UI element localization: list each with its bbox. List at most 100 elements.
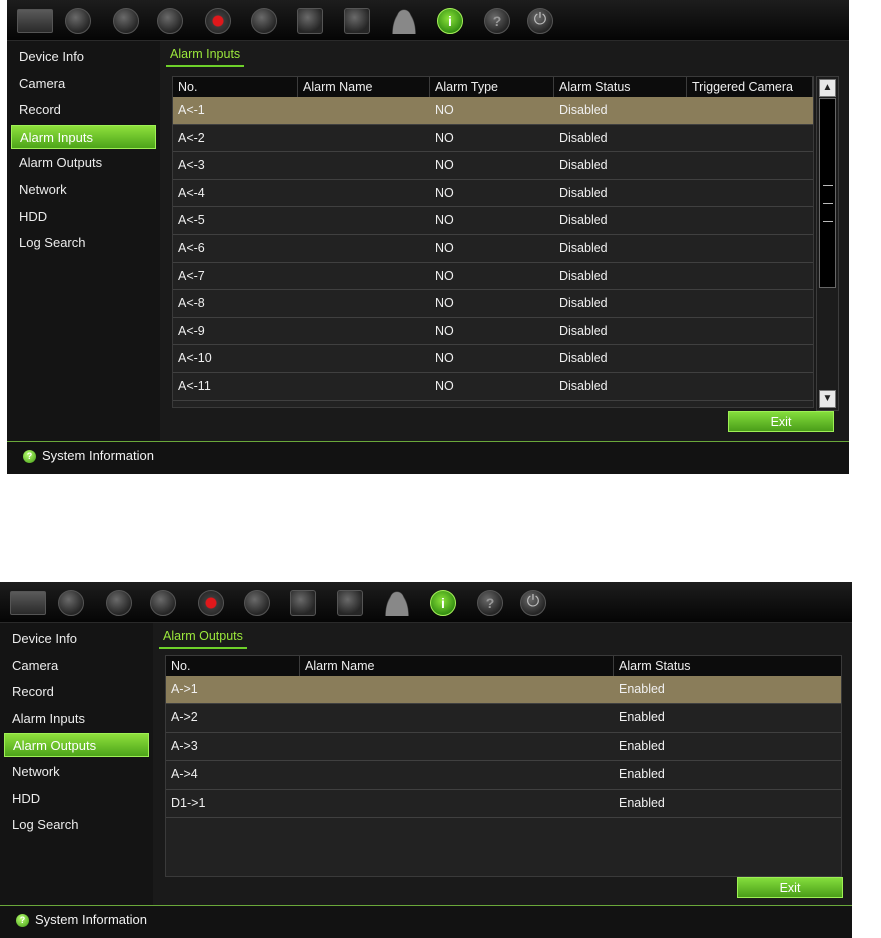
table-row[interactable]: A<-11 NO Disabled — [173, 373, 813, 401]
cell-camera — [687, 290, 813, 317]
alarm-icon[interactable] — [251, 8, 277, 34]
network-icon[interactable] — [157, 8, 183, 34]
tab-alarm-outputs[interactable]: Alarm Outputs — [159, 627, 247, 649]
power-icon[interactable]: ⏻ — [520, 590, 546, 616]
cell-camera — [687, 180, 813, 207]
network-icon[interactable] — [150, 590, 176, 616]
column-header-alarm-name[interactable]: Alarm Name — [300, 656, 614, 676]
vertical-scrollbar[interactable]: ▲ ▼ — [816, 76, 839, 411]
sidebar-item-hdd[interactable]: HDD — [4, 787, 149, 811]
cell-type: NO — [435, 241, 454, 255]
info-icon[interactable]: i — [437, 8, 463, 34]
table-row[interactable]: A<-10 NO Disabled — [173, 345, 813, 373]
cell-status: Disabled — [559, 241, 608, 255]
sidebar-item-record[interactable]: Record — [11, 98, 156, 122]
cell-no: A<-7 — [178, 268, 205, 283]
cell-name — [298, 373, 430, 400]
cell-status: Disabled — [559, 379, 608, 393]
table-row[interactable]: A<-5 NO Disabled — [173, 207, 813, 235]
monitor-icon[interactable] — [10, 591, 46, 615]
column-header-alarm-status[interactable]: Alarm Status — [554, 77, 687, 97]
sidebar-item-network[interactable]: Network — [4, 760, 149, 784]
cell-name — [298, 152, 430, 179]
sidebar-item-network[interactable]: Network — [11, 178, 156, 202]
cell-status: Disabled — [559, 103, 608, 117]
column-header-alarm-name[interactable]: Alarm Name — [298, 77, 430, 97]
scroll-down-button[interactable]: ▼ — [819, 390, 836, 408]
disk-icon[interactable] — [337, 590, 363, 616]
cell-name — [298, 263, 430, 290]
sidebar-item-alarm-inputs[interactable]: Alarm Inputs — [11, 124, 156, 149]
record-icon[interactable] — [198, 590, 224, 616]
sidebar-item-device-info[interactable]: Device Info — [11, 45, 156, 69]
help-icon[interactable]: ? — [477, 590, 503, 616]
sidebar-item-alarm-outputs[interactable]: Alarm Outputs — [11, 151, 156, 175]
scroll-thumb[interactable] — [819, 98, 836, 288]
table-row[interactable]: A->2 Enabled — [166, 704, 841, 733]
cell-status: Enabled — [619, 795, 665, 810]
table-row[interactable]: A<-8 NO Disabled — [173, 290, 813, 318]
camera-icon[interactable] — [65, 8, 91, 34]
column-header-no[interactable]: No. — [166, 656, 300, 676]
sidebar-item-alarm-outputs[interactable]: Alarm Outputs — [4, 733, 149, 758]
sidebar-item-log-search[interactable]: Log Search — [11, 231, 156, 255]
info-icon[interactable]: i — [430, 590, 456, 616]
table-row[interactable]: A<-9 NO Disabled — [173, 318, 813, 346]
table-row[interactable]: A<-4 NO Disabled — [173, 180, 813, 208]
exit-button[interactable]: Exit — [737, 877, 843, 898]
cell-status: Disabled — [559, 213, 608, 228]
table-row[interactable]: A<-7 NO Disabled — [173, 263, 813, 291]
sidebar: Device Info Camera Record Alarm Inputs Alarm… — [7, 41, 160, 441]
cell-type: NO — [435, 323, 454, 338]
table-row[interactable]: A->1 Enabled — [166, 676, 841, 705]
status-label: System Information — [42, 448, 154, 463]
cell-type: NO — [435, 185, 454, 200]
table-row[interactable]: A->3 Enabled — [166, 733, 841, 762]
hdd-icon[interactable] — [297, 8, 323, 34]
monitor-icon[interactable] — [17, 9, 53, 33]
tab-alarm-inputs[interactable]: Alarm Inputs — [166, 45, 245, 67]
table-row[interactable]: A<-6 NO Disabled — [173, 235, 813, 263]
ptz-icon[interactable] — [113, 8, 139, 34]
alarm-inputs-table: No. Alarm Name Alarm Type Alarm Status T… — [172, 76, 814, 408]
sidebar-item-alarm-inputs[interactable]: Alarm Inputs — [4, 707, 149, 731]
user-icon[interactable] — [384, 590, 410, 616]
cell-type: NO — [435, 268, 454, 283]
help-icon[interactable]: ? — [484, 8, 510, 34]
table-row[interactable]: A<-2 NO Disabled — [173, 125, 813, 153]
table-row[interactable]: D1->1 Enabled — [166, 790, 841, 818]
ptz-icon[interactable] — [106, 590, 132, 616]
column-header-alarm-status[interactable]: Alarm Status — [614, 656, 841, 676]
cell-no: A->2 — [171, 710, 198, 725]
cell-name — [298, 180, 430, 207]
grip-line — [823, 185, 833, 186]
sidebar-item-camera[interactable]: Camera — [4, 654, 149, 678]
alarm-icon[interactable] — [244, 590, 270, 616]
table-row[interactable]: A->4 Enabled — [166, 761, 841, 790]
main-toolbar: i? ⏻ — [0, 582, 852, 623]
cell-type: NO — [435, 158, 454, 173]
user-icon[interactable] — [391, 8, 417, 34]
cell-camera — [687, 97, 813, 124]
disk-icon[interactable] — [344, 8, 370, 34]
cell-type: NO — [435, 130, 454, 145]
column-header-alarm-type[interactable]: Alarm Type — [430, 77, 554, 97]
sidebar-item-camera[interactable]: Camera — [11, 72, 156, 96]
main-panel: Alarm Inputs No. Alarm Name Alarm Type A… — [160, 41, 849, 441]
exit-button[interactable]: Exit — [728, 411, 834, 432]
sidebar-item-device-info[interactable]: Device Info — [4, 627, 149, 651]
scroll-up-button[interactable]: ▲ — [819, 79, 836, 97]
table-row[interactable]: A<-3 NO Disabled — [173, 152, 813, 180]
grip-line — [823, 203, 833, 204]
sidebar-item-record[interactable]: Record — [4, 680, 149, 704]
column-header-no[interactable]: No. — [173, 77, 298, 97]
cell-no: A<-9 — [178, 323, 205, 338]
power-icon[interactable]: ⏻ — [527, 8, 553, 34]
camera-icon[interactable] — [58, 590, 84, 616]
table-row[interactable]: A<-1 NO Disabled — [173, 97, 813, 125]
sidebar-item-log-search[interactable]: Log Search — [4, 813, 149, 837]
column-header-triggered-camera[interactable]: Triggered Camera — [687, 77, 813, 97]
sidebar-item-hdd[interactable]: HDD — [11, 205, 156, 229]
hdd-icon[interactable] — [290, 590, 316, 616]
record-icon[interactable] — [205, 8, 231, 34]
